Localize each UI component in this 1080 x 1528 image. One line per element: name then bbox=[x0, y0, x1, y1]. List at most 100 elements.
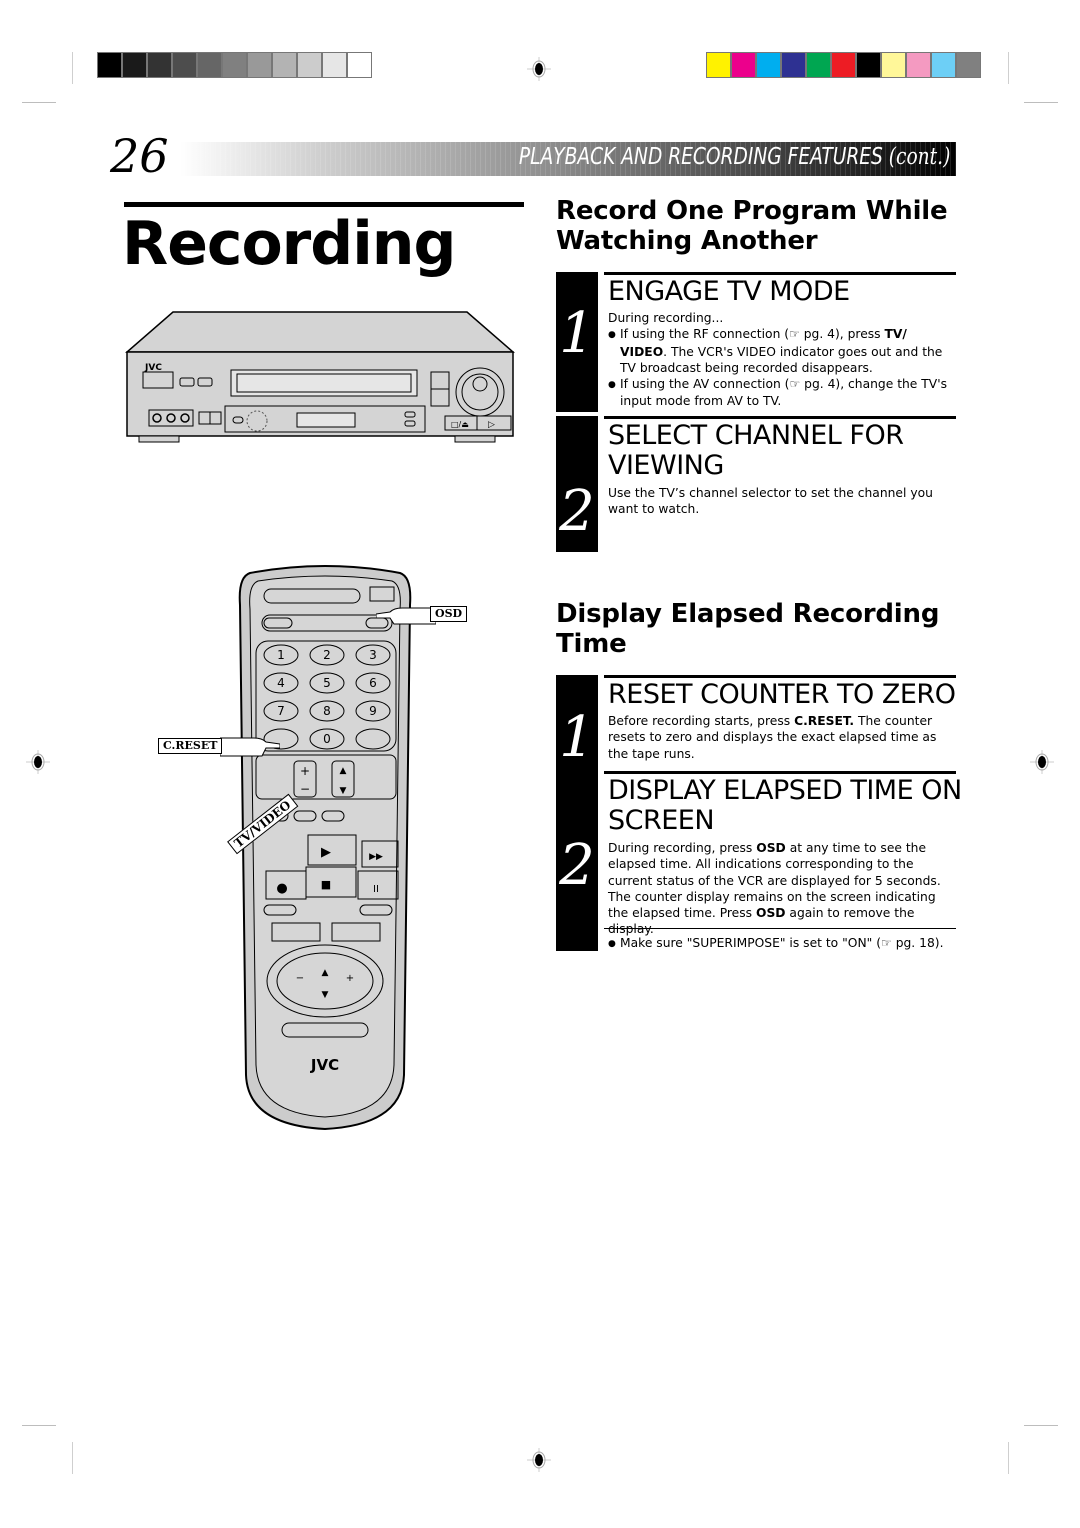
svg-text:+: + bbox=[346, 973, 354, 984]
section-heading: Display Elapsed Recording Time bbox=[556, 599, 939, 659]
pointing-hand-icon bbox=[220, 737, 280, 757]
calibration-swatch bbox=[148, 53, 171, 77]
osd-callout-label: OSD bbox=[430, 606, 468, 622]
svg-text:II: II bbox=[373, 884, 379, 895]
step-number: 1 bbox=[559, 705, 595, 770]
keypad-label: 9 bbox=[369, 704, 377, 718]
section-heading-line: Watching Another bbox=[556, 226, 818, 256]
step-title: ENGAGE TV MODE bbox=[608, 276, 850, 307]
calibration-swatch bbox=[857, 53, 880, 77]
calibration-swatch bbox=[123, 53, 146, 77]
svg-text:▷: ▷ bbox=[488, 420, 495, 430]
remote-button bbox=[355, 728, 391, 750]
section-header-band: PLAYBACK AND RECORDING FEATURES (cont.) bbox=[180, 142, 956, 176]
section-heading-line: Record One Program While bbox=[556, 196, 948, 226]
crop-mark bbox=[72, 1442, 73, 1474]
step-number: 2 bbox=[559, 479, 595, 544]
step-body: During recording, press OSD at any time … bbox=[608, 841, 941, 937]
step-rule bbox=[604, 416, 956, 419]
registration-target-icon bbox=[26, 750, 50, 774]
svg-text:▶▶: ▶▶ bbox=[369, 852, 383, 862]
keypad-label: 0 bbox=[323, 732, 331, 746]
crop-mark bbox=[1024, 102, 1058, 103]
step-note: Make sure "SUPERIMPOSE" is set to "ON" (… bbox=[608, 935, 958, 952]
calibration-swatch bbox=[907, 53, 930, 77]
page-title: Recording bbox=[122, 209, 456, 279]
keypad-label: 3 bbox=[369, 648, 377, 662]
registration-target-icon bbox=[527, 1448, 551, 1472]
crop-mark bbox=[22, 102, 56, 103]
pointing-hand-icon bbox=[376, 607, 436, 625]
calibration-swatch bbox=[98, 53, 121, 77]
step-number: 2 bbox=[559, 833, 595, 898]
calibration-swatch bbox=[832, 53, 855, 77]
svg-text:−: − bbox=[296, 973, 304, 984]
keypad-label: 2 bbox=[323, 648, 331, 662]
svg-text:+: + bbox=[300, 764, 310, 778]
calibration-swatch bbox=[248, 53, 271, 77]
remote-brand-logo: JVC bbox=[310, 1056, 339, 1074]
svg-text:▲: ▲ bbox=[322, 968, 329, 978]
calibration-swatch bbox=[323, 53, 346, 77]
svg-text:●: ● bbox=[276, 881, 287, 896]
keypad-label: 5 bbox=[323, 676, 331, 690]
bullet-item: Make sure "SUPERIMPOSE" is set to "ON" (… bbox=[608, 935, 958, 952]
svg-text:□/⏏: □/⏏ bbox=[451, 420, 469, 429]
bullet-item: If using the AV connection (☞ pg. 4), ch… bbox=[608, 376, 958, 410]
registration-target-icon bbox=[1030, 750, 1054, 774]
crop-mark bbox=[1008, 52, 1009, 84]
registration-target-icon bbox=[527, 57, 551, 81]
crop-mark bbox=[1024, 1425, 1058, 1426]
calibration-swatch bbox=[732, 53, 755, 77]
svg-text:−: − bbox=[300, 782, 310, 796]
svg-text:■: ■ bbox=[321, 878, 331, 891]
calibration-swatch bbox=[882, 53, 905, 77]
crop-mark bbox=[1008, 1442, 1009, 1474]
title-rule bbox=[124, 202, 524, 207]
vcr-brand-logo: JVC bbox=[144, 363, 162, 373]
calibration-swatch bbox=[173, 53, 196, 77]
calibration-swatch bbox=[198, 53, 221, 77]
section-header-text: PLAYBACK AND RECORDING FEATURES bbox=[518, 144, 883, 170]
calibration-swatch bbox=[807, 53, 830, 77]
section-heading: Record One Program While Watching Another bbox=[556, 196, 948, 256]
calibration-swatch bbox=[782, 53, 805, 77]
keypad-label: 7 bbox=[277, 704, 285, 718]
pointing-hand-icon: ☞ bbox=[789, 377, 801, 392]
step-title: RESET COUNTER TO ZERO bbox=[608, 679, 956, 710]
section-header-suffix: (cont.) bbox=[888, 144, 950, 170]
step-rule bbox=[604, 771, 956, 774]
calibration-swatch bbox=[223, 53, 246, 77]
svg-text:▼: ▼ bbox=[322, 990, 329, 1000]
step-rule bbox=[604, 675, 956, 678]
step-body: Before recording starts, press C.RESET. … bbox=[608, 714, 937, 761]
page-number: 26 bbox=[110, 129, 169, 183]
grayscale-calibration-bar bbox=[97, 52, 372, 78]
keypad-label: 1 bbox=[277, 648, 285, 662]
svg-text:▼: ▼ bbox=[340, 786, 347, 796]
section-header: PLAYBACK AND RECORDING FEATURES (cont.) bbox=[519, 144, 950, 170]
color-calibration-bar bbox=[706, 52, 981, 78]
section-heading-line: Time bbox=[556, 629, 627, 659]
creset-callout-label: C.RESET bbox=[158, 738, 223, 754]
vcr-illustration: JVC □/⏏ ▷ bbox=[125, 311, 516, 443]
crop-mark bbox=[22, 1425, 56, 1426]
calibration-swatch bbox=[348, 53, 371, 77]
calibration-swatch bbox=[757, 53, 780, 77]
keypad-label: 6 bbox=[369, 676, 377, 690]
calibration-swatch bbox=[273, 53, 296, 77]
svg-text:▶: ▶ bbox=[321, 845, 331, 860]
calibration-swatch bbox=[707, 53, 730, 77]
keypad-label: 4 bbox=[277, 676, 285, 690]
step-intro: During recording... bbox=[608, 311, 724, 325]
bullet-item: If using the RF connection (☞ pg. 4), pr… bbox=[608, 326, 958, 376]
calibration-swatch bbox=[957, 53, 980, 77]
pointing-hand-icon: ☞ bbox=[789, 327, 800, 342]
keypad-label: 8 bbox=[323, 704, 331, 718]
step-body: Use the TV’s channel selector to set the… bbox=[608, 486, 933, 517]
step-body: During recording... If using the RF conn… bbox=[608, 310, 958, 410]
step-title: DISPLAY ELAPSED TIME ON SCREEN bbox=[608, 775, 962, 836]
section-heading-line: Display Elapsed Recording bbox=[556, 599, 940, 629]
step-number: 1 bbox=[559, 301, 595, 366]
step-title: SELECT CHANNEL FOR VIEWING bbox=[608, 420, 904, 481]
